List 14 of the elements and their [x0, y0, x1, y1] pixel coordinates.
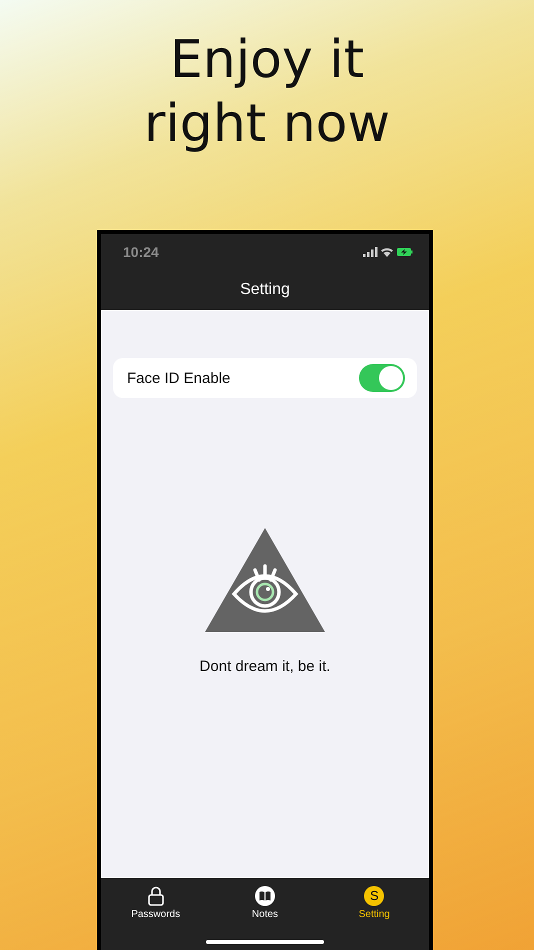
headline: Enjoy it right now: [144, 29, 390, 156]
lock-icon: [148, 886, 164, 906]
eye-triangle-icon: [205, 528, 325, 632]
tab[interactable]: Passwords: [110, 886, 201, 938]
letter-icon: S: [364, 886, 384, 906]
setting-label: Face ID Enable: [127, 370, 230, 386]
status-time: 10:24: [123, 244, 159, 260]
motto-text: Dont dream it, be it.: [200, 658, 330, 675]
nav-title: Setting: [240, 281, 290, 299]
book-icon: [254, 886, 275, 906]
toggle-switch[interactable]: [359, 364, 405, 392]
tab[interactable]: Notes: [220, 886, 310, 938]
tab[interactable]: S Setting: [329, 886, 420, 938]
status-icons: [363, 246, 413, 258]
